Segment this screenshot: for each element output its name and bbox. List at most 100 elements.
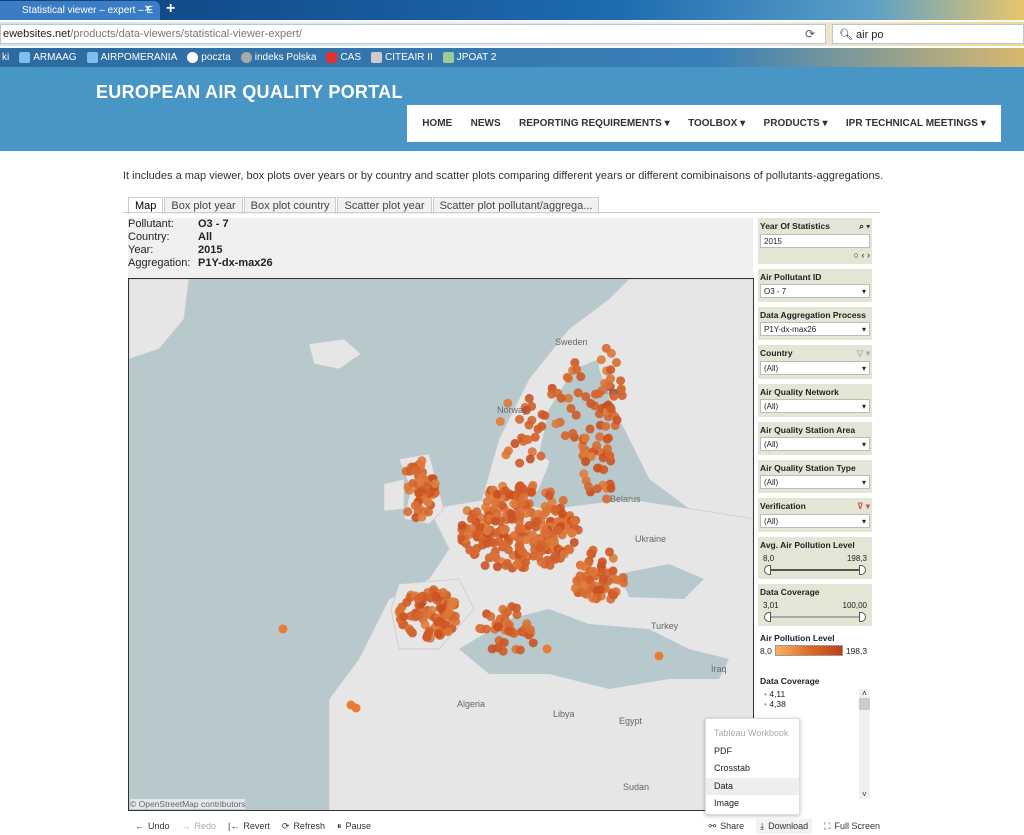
station-marker[interactable] (612, 358, 622, 368)
station-marker[interactable] (446, 601, 456, 611)
aggregation-dropdown[interactable]: P1Y-dx-max26 ▾ (760, 322, 870, 336)
menu-item-pdf[interactable]: PDF (706, 743, 799, 761)
station-marker[interactable] (499, 525, 509, 535)
station-marker[interactable] (534, 552, 544, 562)
map-canvas[interactable] (129, 279, 754, 811)
clear-filter-icon[interactable]: ⊽ ▾ (857, 501, 870, 512)
station-marker[interactable] (507, 514, 517, 524)
scroll-thumb[interactable] (859, 698, 870, 710)
station-marker[interactable] (567, 528, 577, 538)
station-marker[interactable] (562, 372, 572, 382)
station-marker[interactable] (585, 424, 595, 434)
station-marker[interactable] (544, 491, 554, 501)
station-marker[interactable] (549, 536, 559, 546)
station-area-dropdown[interactable]: (All) ▾ (760, 437, 870, 451)
station-marker[interactable] (606, 365, 616, 375)
station-marker[interactable] (503, 607, 513, 617)
station-marker[interactable] (593, 463, 603, 473)
station-marker[interactable] (524, 420, 534, 430)
station-marker[interactable] (616, 384, 626, 394)
station-marker[interactable] (604, 547, 614, 557)
menu-item-image[interactable]: Image (706, 795, 799, 813)
prev-icon[interactable]: ‹ (861, 250, 864, 260)
station-marker[interactable] (519, 484, 529, 494)
station-marker[interactable] (466, 514, 476, 524)
network-dropdown[interactable]: (All) ▾ (760, 399, 870, 413)
station-marker[interactable] (573, 388, 583, 398)
refresh-button[interactable]: ⟳ Refresh (282, 821, 325, 832)
year-input[interactable]: 2015 (760, 234, 870, 248)
station-marker[interactable] (616, 376, 626, 386)
station-marker[interactable] (413, 594, 423, 604)
station-marker[interactable] (424, 626, 434, 636)
next-icon[interactable]: › (867, 250, 870, 260)
station-marker[interactable] (580, 449, 590, 459)
bookmark[interactable]: ARMAAG (19, 51, 77, 64)
station-marker[interactable] (514, 541, 524, 551)
new-tab-icon[interactable]: + (166, 0, 175, 18)
station-marker[interactable] (504, 626, 514, 636)
station-marker[interactable] (518, 493, 528, 503)
station-marker[interactable] (515, 414, 525, 424)
station-marker[interactable] (606, 404, 616, 414)
filter-icon[interactable]: ▽ ▾ (857, 348, 870, 359)
country-dropdown[interactable]: (All) ▾ (760, 361, 870, 375)
station-marker[interactable] (486, 612, 496, 622)
station-marker[interactable] (493, 643, 503, 653)
station-marker[interactable] (450, 611, 460, 621)
station-marker[interactable] (571, 410, 581, 420)
station-marker[interactable] (547, 389, 557, 399)
station-marker[interactable] (472, 507, 482, 517)
bookmark[interactable]: poczta (187, 51, 231, 64)
station-marker[interactable] (542, 644, 552, 654)
reload-icon[interactable]: ⟳ (805, 27, 815, 41)
station-marker[interactable] (585, 575, 595, 585)
station-marker[interactable] (500, 486, 510, 496)
station-marker[interactable] (537, 409, 547, 419)
station-marker[interactable] (595, 584, 605, 594)
station-type-dropdown[interactable]: (All) ▾ (760, 475, 870, 489)
station-marker[interactable] (480, 561, 490, 571)
verification-dropdown[interactable]: (All) ▾ (760, 514, 870, 528)
station-marker[interactable] (503, 446, 513, 456)
station-marker[interactable] (614, 575, 624, 585)
avg-level-slider[interactable] (764, 565, 866, 575)
station-marker[interactable] (588, 593, 598, 603)
station-marker[interactable] (482, 526, 492, 536)
station-marker[interactable] (606, 348, 616, 358)
station-marker[interactable] (601, 421, 611, 431)
station-marker[interactable] (594, 389, 604, 399)
bookmark[interactable]: ki (2, 51, 9, 64)
pollutant-dropdown[interactable]: O3 - 7 ▾ (760, 284, 870, 298)
map-attribution[interactable]: © OpenStreetMap contributors (130, 799, 246, 809)
station-marker[interactable] (492, 508, 502, 518)
station-marker[interactable] (609, 590, 619, 600)
station-marker[interactable] (482, 496, 492, 506)
station-marker[interactable] (558, 495, 568, 505)
station-marker[interactable] (414, 488, 424, 498)
station-marker[interactable] (559, 549, 569, 559)
station-marker[interactable] (423, 497, 433, 507)
nav-ipr-meetings[interactable]: IPR TECHNICAL MEETINGS ▾ (846, 118, 986, 129)
station-marker[interactable] (410, 466, 420, 476)
slider-handle-min[interactable] (764, 565, 771, 575)
station-marker[interactable] (464, 530, 474, 540)
station-marker[interactable] (469, 547, 479, 557)
slider-handle-max[interactable] (859, 565, 866, 575)
station-marker[interactable] (592, 484, 602, 494)
nav-home[interactable]: HOME (422, 118, 452, 129)
station-marker[interactable] (521, 557, 531, 567)
browser-tab[interactable]: Statistical viewer – expert – E ✕ (0, 1, 160, 20)
play-icon[interactable]: ○ (854, 250, 859, 260)
coverage-slider[interactable] (764, 612, 866, 622)
station-marker[interactable] (525, 454, 535, 464)
station-map[interactable]: Sweden nla Norway Belarus Ukraine Turkey… (128, 278, 754, 811)
station-marker[interactable] (498, 540, 508, 550)
station-marker[interactable] (536, 451, 546, 461)
station-marker[interactable] (431, 591, 441, 601)
station-marker[interactable] (579, 469, 589, 479)
station-marker[interactable] (491, 516, 501, 526)
station-marker[interactable] (522, 434, 532, 444)
station-marker[interactable] (522, 619, 532, 629)
station-marker[interactable] (402, 597, 412, 607)
